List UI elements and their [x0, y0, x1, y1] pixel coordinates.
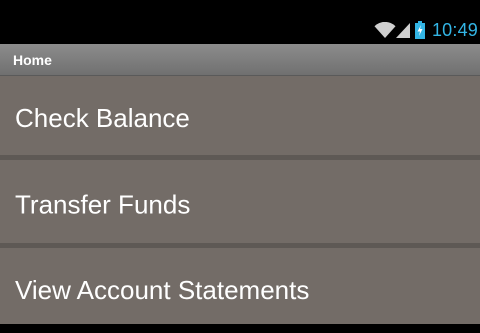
status-bar: 10:49 — [0, 0, 480, 44]
menu-list: Check Balance Transfer Funds View Accoun… — [0, 76, 480, 327]
menu-item-check-balance[interactable]: Check Balance — [0, 76, 480, 155]
status-icons: 10:49 — [374, 19, 478, 41]
action-bar: Home — [0, 44, 480, 76]
bottom-edge — [0, 324, 480, 333]
wifi-icon — [374, 21, 396, 39]
signal-icon — [395, 23, 410, 38]
app-screen: 10:49 Home Check Balance Transfer Funds … — [0, 0, 480, 333]
status-clock: 10:49 — [431, 20, 478, 40]
menu-item-view-account-statements[interactable]: View Account Statements — [0, 248, 480, 327]
menu-item-label: View Account Statements — [15, 274, 310, 305]
menu-item-label: Check Balance — [15, 102, 190, 133]
menu-item-label: Transfer Funds — [15, 188, 191, 219]
menu-item-transfer-funds[interactable]: Transfer Funds — [0, 160, 480, 243]
battery-charging-icon — [414, 21, 425, 39]
page-title: Home — [13, 52, 52, 68]
